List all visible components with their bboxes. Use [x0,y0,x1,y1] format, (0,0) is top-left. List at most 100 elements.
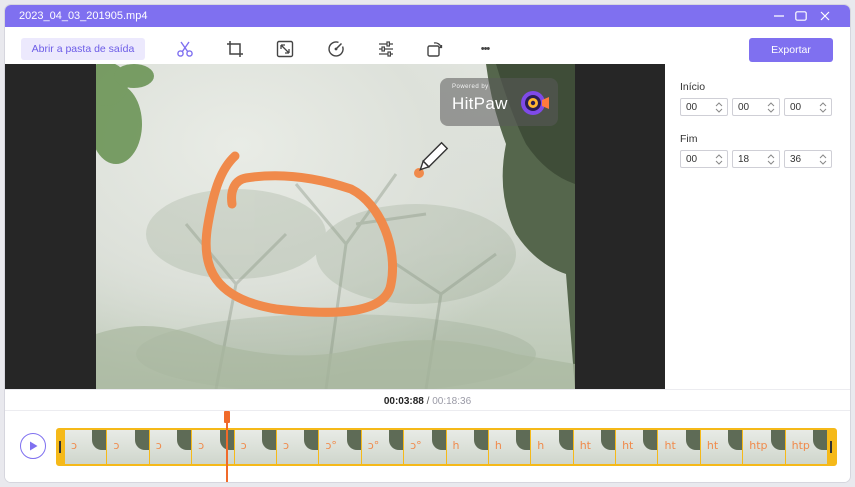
close-button[interactable] [813,5,837,27]
start-hours-input[interactable]: 00 [680,98,728,116]
timeline-thumbnail: h [488,430,532,464]
trim-settings-panel: Início 00 00 00 Fim 00 18 36 [665,64,850,389]
timeline: ↄ ↄ ↄ ↄ ↄ ↄ ↄ° ↄ° ↄ° h h h ht ht ht ht htp htp [5,411,850,482]
maximize-button[interactable] [789,5,813,27]
crop-icon[interactable] [225,39,245,59]
timeline-thumbnail: ↄ [65,430,108,464]
thumbnail-cliff [770,430,785,451]
end-hours-input[interactable]: 00 [680,150,728,168]
thumbnail-cliff [516,430,531,451]
adjust-icon[interactable] [376,39,396,59]
open-output-folder-button[interactable]: Abrir a pasta de saída [21,38,145,60]
thumbnail-sketch: ↄ [71,439,78,452]
thumbnail-cliff [431,430,446,451]
toolbar: Abrir a pasta de saída ••• Exportar [5,27,850,69]
resize-icon[interactable] [275,39,295,59]
end-minutes-input[interactable]: 18 [732,150,780,168]
thumbnail-sketch: ↄ [282,439,289,452]
thumbnail-sketch: ↄ [155,439,162,452]
timeline-thumbnail: htp [743,430,786,464]
start-minutes-input[interactable]: 00 [732,98,780,116]
thumbnail-sketch: htp [791,439,810,452]
timeline-thumbnail: ↄ [149,430,193,464]
timeline-thumbnail: ↄ° [319,430,362,464]
thumbnail-cliff [261,430,276,451]
maximize-icon [795,11,807,21]
total-time: 00:18:36 [432,396,472,407]
timeline-thumbnail: ↄ [234,430,277,464]
stepper-arrows-icon[interactable] [767,101,775,114]
thumbnail-cliff [685,430,700,451]
thumbnail-sketch: ht [622,439,634,452]
trim-end-handle[interactable] [830,441,832,453]
start-label: Início [680,81,706,93]
thumbnail-cliff [813,430,828,451]
hitpaw-logo-icon [521,91,549,115]
more-icon[interactable]: ••• [475,39,495,59]
thumbnail-sketch: ↄ° [410,439,422,452]
thumbnail-cliff [346,430,361,451]
end-label: Fim [680,133,698,145]
thumbnail-cliff [389,430,404,451]
timeline-thumbnail: ht [616,430,659,464]
thumbnail-cliff [601,430,616,451]
scissors-icon[interactable] [175,39,195,59]
thumbnail-cliff [177,430,192,451]
export-button[interactable]: Exportar [749,38,833,62]
stepper-arrows-icon[interactable] [715,153,723,166]
watermark-brand: HitPaw [452,94,508,113]
minimize-icon [774,15,784,17]
stepper-arrows-icon[interactable] [819,153,827,166]
thumbnail-cliff [643,430,658,451]
timeline-thumbnail: ↄ [107,430,150,464]
thumbnail-cliff [473,430,488,451]
stepper-arrows-icon[interactable] [767,153,775,166]
video-preview: Powered by HitPaw [5,64,665,389]
thumbnail-cliff [92,430,107,451]
thumbnail-sketch: htp [749,439,768,452]
thumbnail-sketch: ht [579,439,591,452]
time-separator: / [426,396,430,407]
stepper-arrows-icon[interactable] [819,101,827,114]
timeline-thumbnail: htp [785,430,828,464]
thumbnail-sketch: ↄ [240,439,247,452]
current-time: 00:03:88 [383,396,424,407]
thumbnail-cliff [558,430,573,451]
playhead-line [226,421,228,482]
thumbnail-sketch: h [452,439,460,452]
rotate-icon[interactable] [425,39,445,59]
watermark-top-text: Powered by [452,84,489,90]
timeline-thumbnail: h [446,430,489,464]
thumbnail-cliff [304,430,319,451]
timeline-thumbnail: ↄ° [361,430,405,464]
close-icon [820,11,830,21]
timeline-thumbnail: ↄ [276,430,320,464]
minimize-button[interactable] [767,5,791,27]
thumbnail-sketch: h [537,439,545,452]
timeline-thumbnail: ↄ [192,430,235,464]
play-button[interactable] [20,433,46,459]
speed-icon[interactable] [326,39,346,59]
end-seconds-input[interactable]: 36 [784,150,832,168]
trim-strip[interactable]: ↄ ↄ ↄ ↄ ↄ ↄ ↄ° ↄ° ↄ° h h h ht ht ht ht htp htp [56,428,837,466]
timeline-thumbnail: h [531,430,574,464]
thumbnail-sketch: ↄ° [325,439,337,452]
thumbnail-sketch: ↄ [113,439,120,452]
watermark: Powered by HitPaw [440,78,558,126]
window-title: 2023_04_03_201905.mp4 [19,10,148,22]
timeline-thumbnail: ↄ° [404,430,447,464]
thumbnail-sketch: ht [664,439,676,452]
time-display: 00:03:88 / 00:18:36 [5,389,850,411]
play-icon [30,441,38,451]
start-seconds-input[interactable]: 00 [784,98,832,116]
timeline-thumbnail: ht [700,430,744,464]
app-window: 2023_04_03_201905.mp4 Abrir a pasta de s… [5,5,850,482]
thumbnail-sketch: h [494,439,502,452]
video-frame: Powered by HitPaw [96,64,575,389]
timeline-thumbnail: ht [658,430,701,464]
thumbnail-sketch: ↄ [198,439,205,452]
stepper-arrows-icon[interactable] [715,101,723,114]
thumbnail-cliff [728,430,743,451]
thumbnail-sketch: ht [706,439,719,452]
trim-start-handle[interactable] [59,441,61,453]
